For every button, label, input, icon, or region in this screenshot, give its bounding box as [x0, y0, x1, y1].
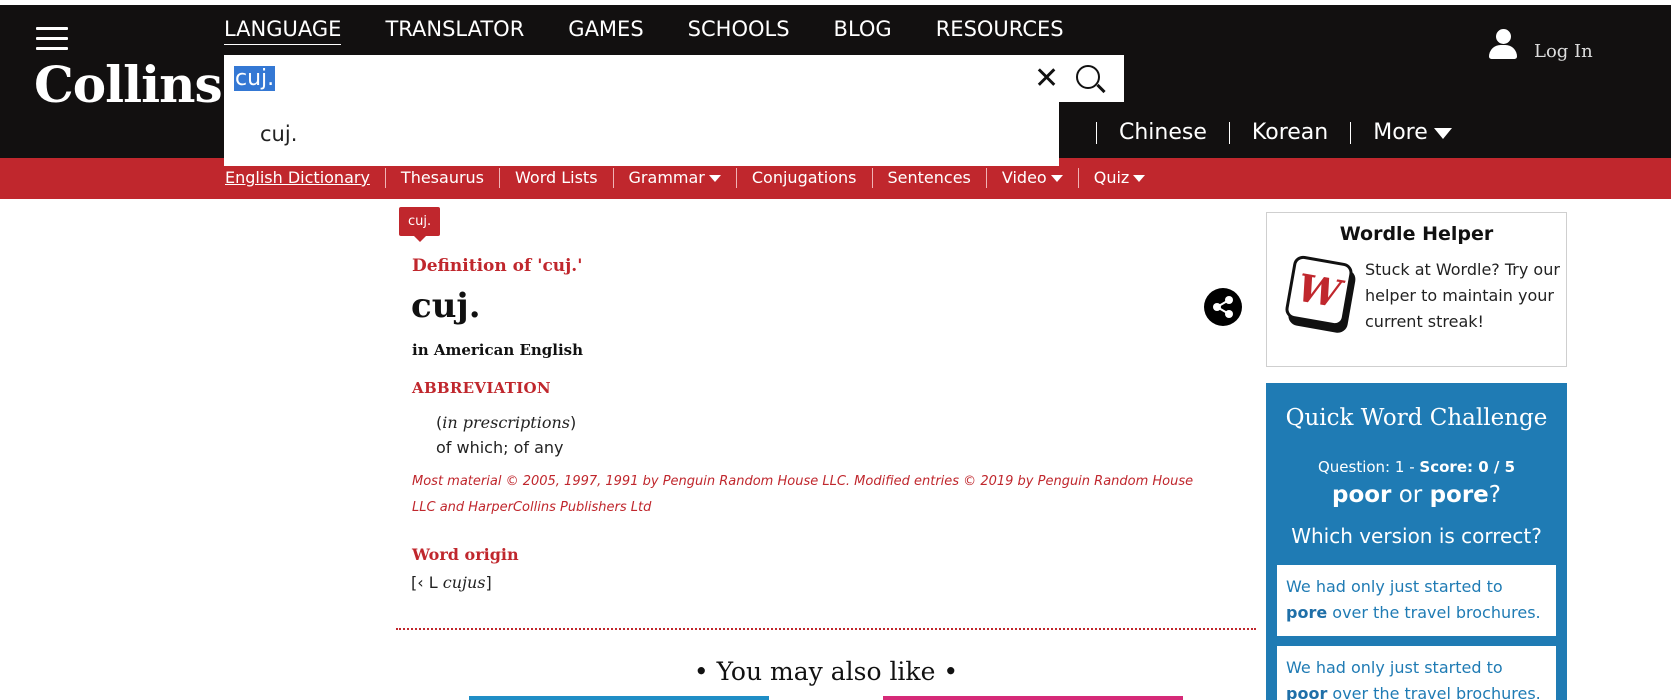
quiz-progress: Question: 1 - Score: 0 / 5	[1266, 458, 1567, 476]
subnav-video[interactable]: Video	[987, 168, 1079, 188]
search-icon[interactable]	[1076, 65, 1106, 95]
subnav-sentences[interactable]: Sentences	[873, 168, 987, 188]
option2-word: poor	[1286, 684, 1328, 700]
user-icon	[1488, 28, 1518, 61]
subnav-grammar-label: Grammar	[628, 168, 705, 187]
language-more-label: More	[1373, 120, 1428, 145]
paren-close: )	[570, 413, 577, 432]
quiz-word-b: pore	[1429, 482, 1489, 508]
subnav-quiz[interactable]: Quiz	[1079, 168, 1161, 188]
definition-heading: Definition of 'cuj.'	[412, 256, 583, 276]
login-label: Log In	[1534, 41, 1593, 62]
search-input-value: cuj.	[234, 66, 276, 91]
related-card-2[interactable]	[883, 696, 1183, 700]
subnav-english-dictionary[interactable]: English Dictionary	[225, 168, 386, 188]
wordle-helper-card[interactable]: Wordle Helper W Stuck at Wordle? Try our…	[1266, 212, 1567, 367]
quiz-option-2[interactable]: We had only just started to poor over th…	[1277, 646, 1556, 700]
option1-pre: We had only just started to	[1286, 577, 1503, 596]
wordle-tile-icon: W	[1283, 254, 1355, 328]
option1-post: over the travel brochures.	[1327, 603, 1541, 622]
top-nav-games[interactable]: GAMES	[568, 16, 643, 45]
option1-word: pore	[1286, 603, 1328, 622]
login-button[interactable]: Log In	[1488, 27, 1593, 62]
subnav-word-lists[interactable]: Word Lists	[500, 168, 614, 188]
chevron-down-icon	[708, 175, 721, 182]
quiz-title: Quick Word Challenge	[1285, 405, 1548, 431]
search-input[interactable]: cuj.	[234, 66, 276, 92]
part-of-speech: ABBREVIATION	[412, 379, 551, 397]
top-nav-translator[interactable]: TRANSLATOR	[385, 16, 524, 45]
chevron-down-icon	[1433, 127, 1452, 139]
language-more-button[interactable]: More	[1373, 120, 1452, 145]
wordle-tile-letter: W	[1294, 264, 1345, 317]
search-box: cuj. ✕	[224, 55, 1124, 102]
sense-label: in prescriptions	[442, 413, 570, 432]
share-icon[interactable]	[1204, 288, 1242, 326]
quiz-score: Score: 0 / 5	[1419, 458, 1516, 476]
top-nav: LANGUAGE TRANSLATOR GAMES SCHOOLS BLOG R…	[224, 16, 1108, 45]
search-suggestions: cuj.	[224, 102, 1059, 166]
option2-post: over the travel brochures.	[1327, 684, 1541, 700]
quiz-question-mark: ?	[1488, 482, 1501, 508]
entry-tag: cuj.	[399, 207, 441, 242]
quiz-or: or	[1398, 482, 1423, 508]
quiz-word-a: poor	[1331, 482, 1392, 508]
related-card-1[interactable]	[469, 696, 769, 700]
top-nav-resources[interactable]: RESOURCES	[936, 16, 1064, 45]
origin-word: cujus	[442, 573, 486, 592]
quiz-question-number: Question: 1	[1317, 458, 1405, 476]
collins-logo[interactable]: Collins	[34, 55, 223, 114]
option2-pre: We had only just started to	[1286, 658, 1503, 677]
subnav-grammar[interactable]: Grammar	[614, 168, 737, 188]
subnav-video-label: Video	[1001, 168, 1047, 187]
quiz-dash: -	[1409, 458, 1415, 476]
sense: (in prescriptions) of which; of any	[436, 410, 576, 460]
quiz-word-pair: poor or pore?	[1266, 482, 1567, 508]
wordle-helper-text: Stuck at Wordle? Try our helper to maint…	[1365, 260, 1560, 331]
subnav-conjugations[interactable]: Conjugations	[737, 168, 873, 188]
chevron-down-icon	[1050, 175, 1063, 182]
origin-suffix: ]	[485, 573, 492, 592]
variety-label: in American English	[412, 341, 584, 359]
copyright-notice: Most material © 2005, 1997, 1991 by Peng…	[412, 474, 1194, 515]
chevron-down-icon	[1133, 175, 1146, 182]
top-nav-blog[interactable]: BLOG	[834, 16, 892, 45]
quiz-option-1[interactable]: We had only just started to pore over th…	[1277, 565, 1556, 636]
origin-prefix: [‹ L	[411, 573, 443, 592]
sense-label-line: (in prescriptions)	[436, 410, 576, 435]
language-korean[interactable]: Korean	[1252, 120, 1328, 145]
wordle-helper-title: Wordle Helper	[1339, 223, 1494, 245]
language-chinese[interactable]: Chinese	[1119, 120, 1207, 145]
language-row: Chinese Korean More	[1074, 120, 1452, 145]
headword: cuj.	[411, 286, 481, 326]
top-nav-schools[interactable]: SCHOOLS	[688, 16, 790, 45]
subnav-thesaurus[interactable]: Thesaurus	[386, 168, 501, 188]
word-origin: [‹ L cujus]	[411, 573, 492, 592]
quick-word-challenge: Quick Word Challenge Question: 1 - Score…	[1266, 383, 1567, 700]
top-nav-language[interactable]: LANGUAGE	[224, 16, 342, 45]
sense-definition: of which; of any	[436, 438, 564, 457]
close-icon[interactable]: ✕	[1034, 64, 1059, 94]
quiz-prompt: Which version is correct?	[1291, 524, 1542, 548]
suggestion-item[interactable]: cuj.	[260, 122, 297, 146]
subnav-quiz-label: Quiz	[1093, 168, 1130, 187]
word-origin-heading: Word origin	[412, 545, 519, 564]
hamburger-menu-icon[interactable]	[36, 27, 68, 51]
section-divider	[396, 628, 1256, 630]
